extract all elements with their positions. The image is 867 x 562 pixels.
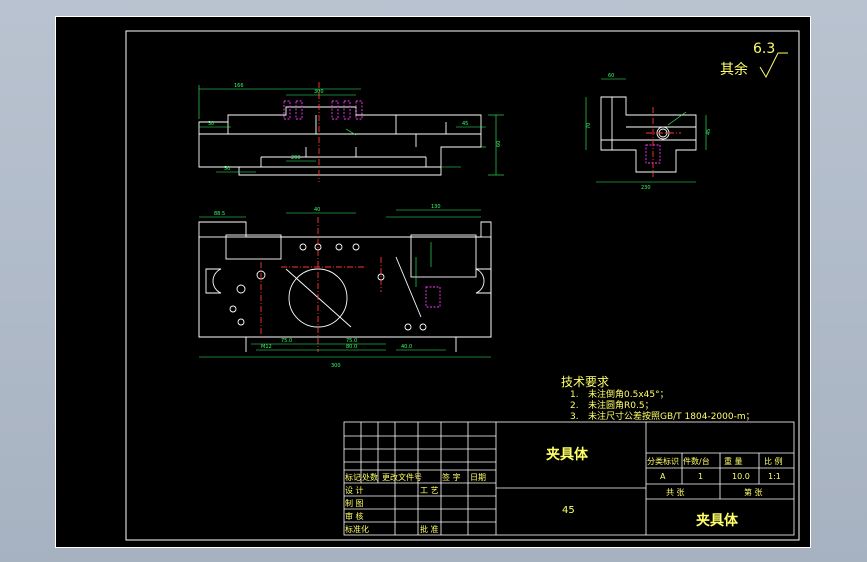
svg-text:1.: 1. [570, 390, 579, 400]
svg-text:日期: 日期 [470, 473, 486, 482]
svg-text:比 例: 比 例 [764, 456, 783, 466]
svg-text:230: 230 [641, 185, 651, 191]
svg-text:件数/台: 件数/台 [683, 456, 710, 466]
svg-text:标记: 标记 [345, 472, 361, 482]
svg-text:夹具体: 夹具体 [696, 512, 739, 529]
svg-text:M12: M12 [261, 344, 272, 350]
svg-text:45: 45 [706, 129, 712, 135]
svg-text:技术要求: 技术要求 [561, 375, 609, 389]
roughness-symbol: 6.3 其余 [720, 41, 788, 79]
svg-text:30: 30 [208, 121, 214, 127]
svg-text:300: 300 [314, 89, 324, 95]
svg-text:标准化: 标准化 [345, 524, 369, 534]
svg-text:签 字: 签 字 [442, 472, 461, 482]
svg-text:其余: 其余 [720, 61, 748, 78]
svg-text:50: 50 [224, 166, 230, 172]
svg-text:80.0: 80.0 [346, 344, 357, 350]
svg-text:45: 45 [562, 505, 575, 516]
svg-text:未注倒角0.5x45°；: 未注倒角0.5x45°； [588, 388, 669, 400]
svg-text:40: 40 [314, 207, 320, 213]
svg-text:1: 1 [698, 472, 703, 481]
svg-text:130: 130 [431, 204, 441, 210]
svg-text:制 图: 制 图 [345, 498, 364, 508]
svg-text:75.0: 75.0 [281, 338, 292, 344]
svg-text:第 张: 第 张 [744, 487, 763, 497]
svg-text:60: 60 [608, 73, 614, 79]
svg-text:A: A [660, 472, 666, 481]
svg-text:重 量: 重 量 [724, 456, 743, 466]
svg-text:未注尺寸公差按照GB/T 1804-2000-m；: 未注尺寸公差按照GB/T 1804-2000-m； [588, 410, 755, 422]
svg-text:3.: 3. [570, 412, 579, 422]
svg-text:10.0: 10.0 [732, 472, 750, 481]
svg-text:1:1: 1:1 [768, 472, 781, 481]
svg-text:未注圆角R0.5；: 未注圆角R0.5； [588, 399, 654, 411]
svg-text:40.0: 40.0 [401, 344, 412, 350]
technical-notes: 技术要求 1. 未注倒角0.5x45°； 2. 未注圆角R0.5； 3. 未注尺… [561, 375, 755, 422]
svg-text:分类标识: 分类标识 [647, 456, 679, 466]
svg-text:200: 200 [291, 155, 301, 161]
title-block: 夹具体 45 夹具体 标记 处数 更改文件号 签 字 日期 设 计 工 艺 制 … [343, 421, 795, 536]
svg-text:夹具体: 夹具体 [546, 446, 589, 463]
front-view: 166 300 30 45 60 50 200 [198, 82, 504, 182]
drawing-sheet: 6.3 其余 166 300 30 45 60 50 200 60 70 230… [55, 16, 811, 548]
svg-text:6.3: 6.3 [753, 41, 775, 57]
svg-text:45: 45 [462, 121, 468, 127]
svg-text:70: 70 [586, 123, 592, 129]
svg-text:工 艺: 工 艺 [420, 486, 439, 495]
svg-text:处数: 处数 [362, 472, 378, 482]
side-view: 60 70 230 45 [585, 73, 712, 191]
svg-text:2.: 2. [570, 401, 579, 411]
svg-text:88.5: 88.5 [214, 211, 225, 217]
svg-text:审 核: 审 核 [345, 511, 364, 521]
svg-text:166: 166 [234, 83, 244, 89]
svg-text:60: 60 [496, 141, 502, 147]
cad-canvas[interactable]: 6.3 其余 166 300 30 45 60 50 200 60 70 230… [56, 17, 812, 549]
svg-text:共 张: 共 张 [666, 488, 685, 497]
svg-text:批 准: 批 准 [420, 524, 439, 534]
svg-text:设 计: 设 计 [345, 485, 364, 495]
svg-text:300: 300 [331, 363, 341, 369]
top-view: 88.5 40 130 300 75.0 75.0 M12 80.0 40.0 [198, 204, 492, 369]
svg-text:更改文件号: 更改文件号 [382, 472, 422, 482]
